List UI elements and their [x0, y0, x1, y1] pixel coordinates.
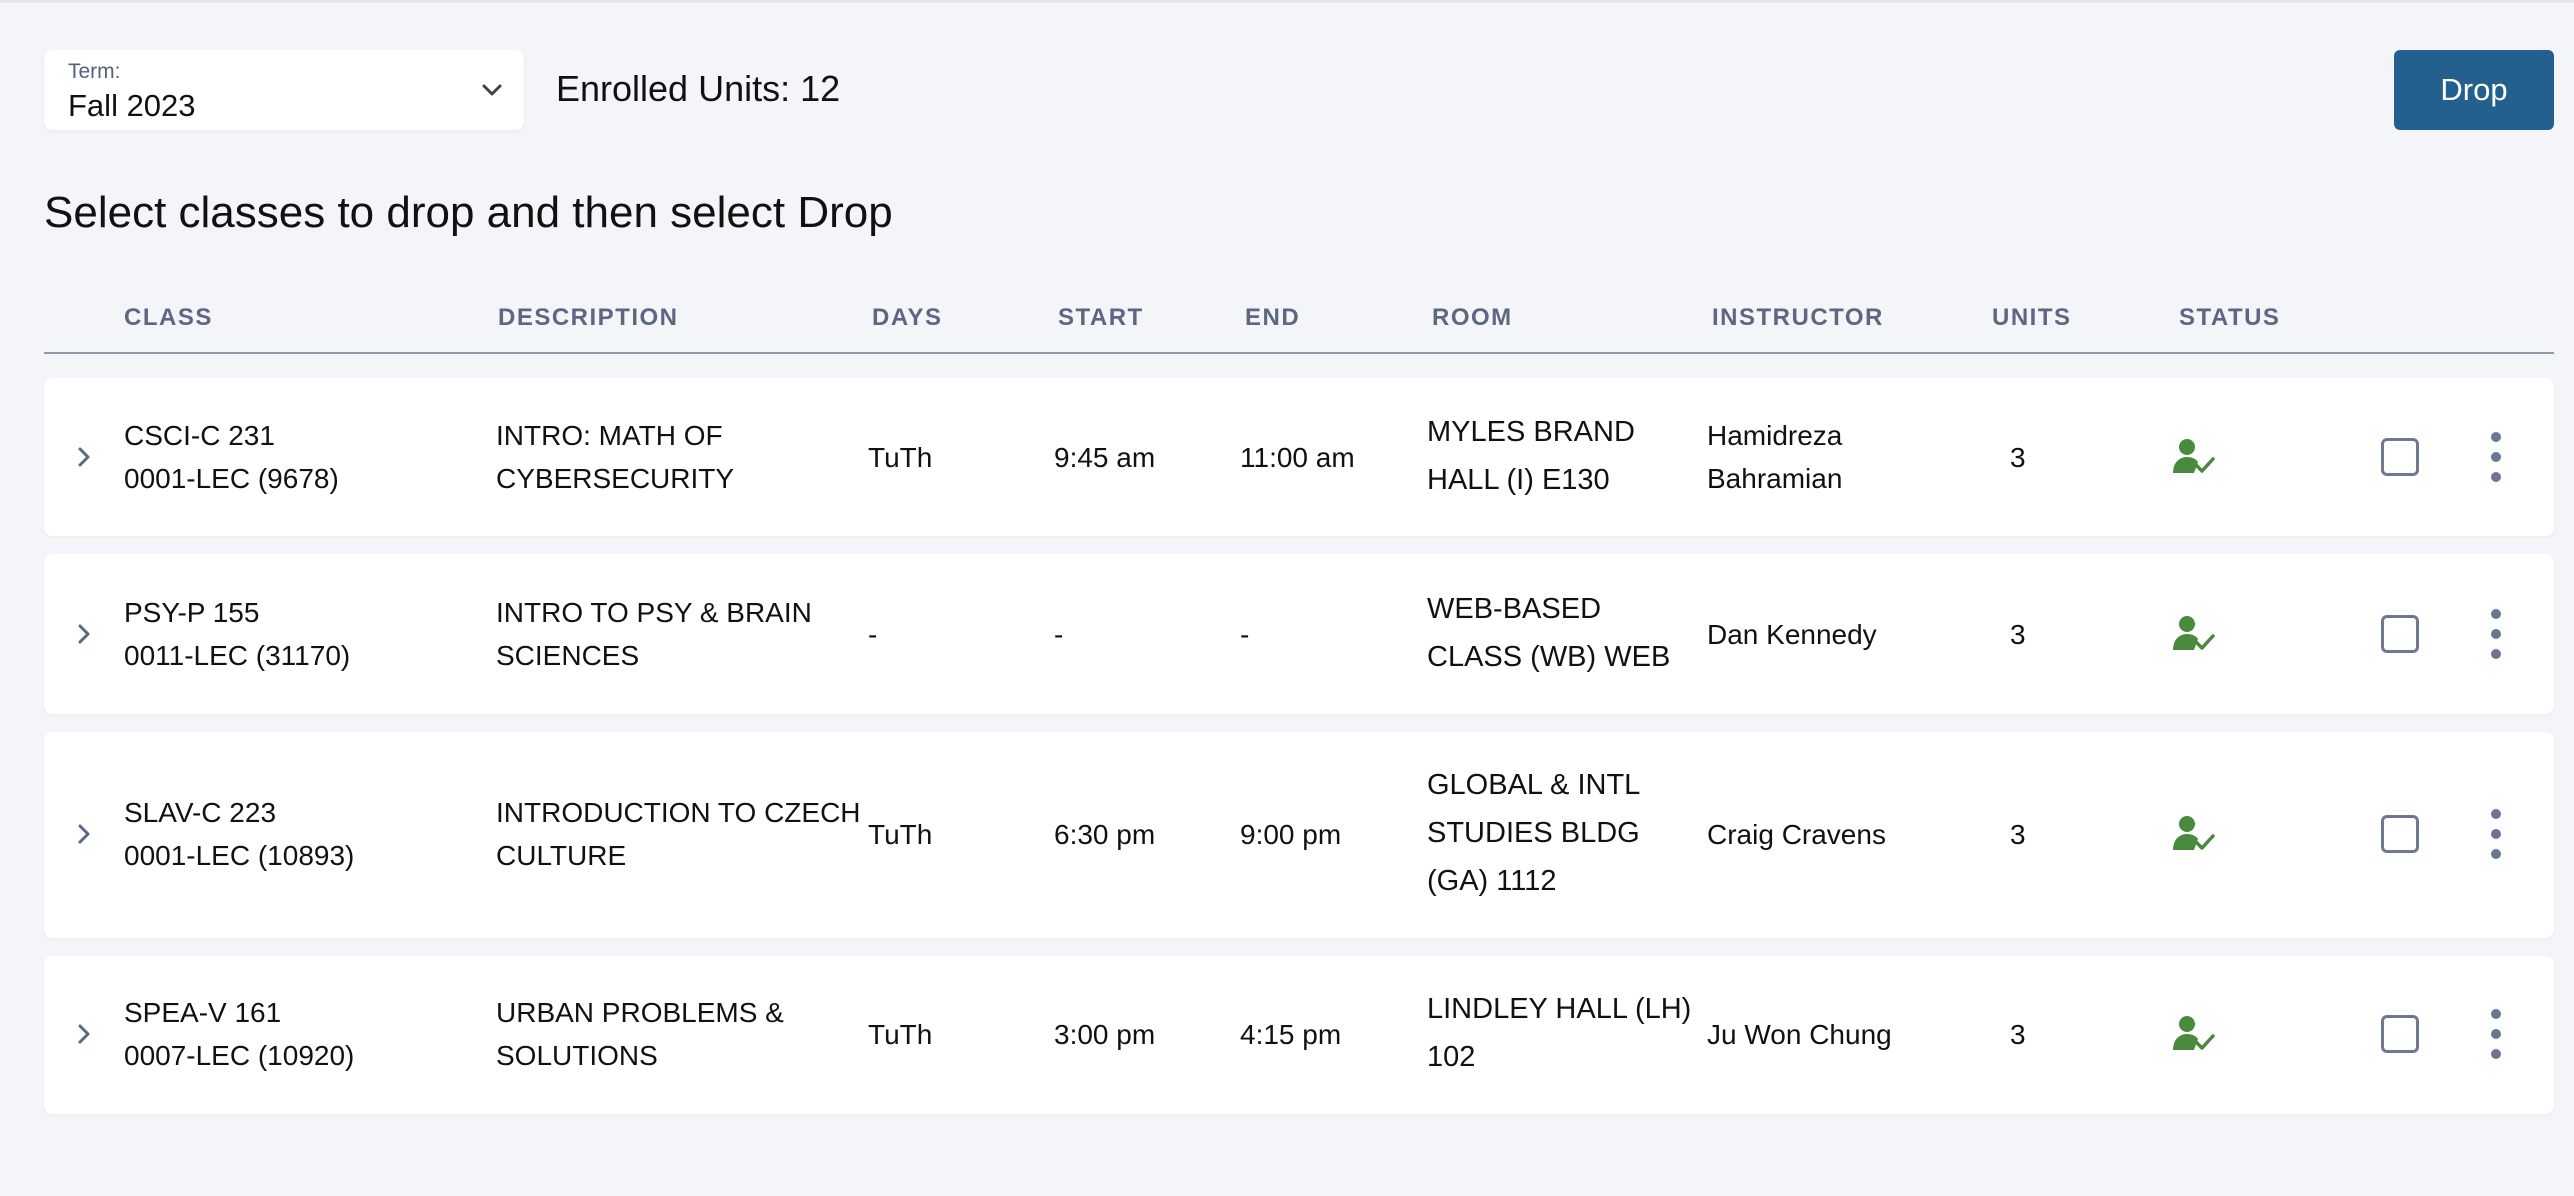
description-cell: INTRODUCTION TO CZECH CULTURE [496, 791, 861, 877]
class-code: CSCI-C 231 [124, 420, 275, 451]
class-section: 0011-LEC (31170) [124, 640, 351, 671]
days-cell: - [868, 619, 878, 650]
chevron-down-icon [482, 84, 502, 96]
days-cell: TuTh [868, 819, 933, 850]
table-row: CSCI-C 231 0001-LEC (9678) INTRO: MATH O… [44, 378, 2554, 536]
description-line: SCIENCES [496, 640, 640, 671]
end-cell: 4:15 pm [1240, 1019, 1342, 1050]
description-line: INTRODUCTION TO CZECH [496, 797, 861, 828]
column-header-class: CLASS [124, 304, 213, 331]
more-options-icon[interactable] [2484, 809, 2508, 859]
start-cell: 3:00 pm [1054, 1019, 1156, 1050]
column-header-room: ROOM [1432, 304, 1513, 331]
start-cell: 6:30 pm [1054, 819, 1156, 850]
description-line: INTRO TO PSY & BRAIN [496, 597, 812, 628]
chevron-right-icon[interactable] [70, 443, 98, 471]
description-cell: INTRO TO PSY & BRAIN SCIENCES [496, 591, 812, 677]
description-cell: INTRO: MATH OF CYBERSECURITY [496, 414, 734, 500]
description-line: CYBERSECURITY [496, 463, 735, 494]
column-header-description: DESCRIPTION [498, 304, 679, 331]
header-divider [44, 352, 2554, 354]
enrolled-units: Enrolled Units: 12 [556, 68, 841, 109]
room-line: WEB-BASED [1427, 593, 1602, 625]
class-section: 0001-LEC (9678) [124, 463, 339, 494]
more-options-icon[interactable] [2484, 609, 2508, 659]
end-cell: - [1240, 619, 1250, 650]
start-cell: - [1054, 619, 1064, 650]
top-divider [0, 0, 2574, 3]
page-heading: Select classes to drop and then select D… [44, 188, 893, 237]
column-header-start: START [1058, 304, 1144, 331]
table-row: SLAV-C 223 0001-LEC (10893) INTRODUCTION… [44, 732, 2554, 938]
column-header-days: DAYS [872, 304, 943, 331]
room-line: GLOBAL & INTL [1427, 769, 1641, 801]
days-cell: TuTh [868, 1019, 933, 1050]
room-line: (GA) 1112 [1427, 865, 1557, 897]
drop-button[interactable]: Drop [2394, 50, 2554, 130]
instructor-cell: Dan Kennedy [1707, 619, 1877, 650]
class-cell: PSY-P 155 0011-LEC (31170) [124, 591, 350, 677]
days-cell: TuTh [868, 442, 933, 473]
instructor-cell: Hamidreza Bahramian [1707, 414, 1842, 500]
column-header-status: STATUS [2179, 304, 2281, 331]
description-cell: URBAN PROBLEMS & SOLUTIONS [496, 991, 784, 1077]
description-line: SOLUTIONS [496, 1040, 658, 1071]
class-cell: CSCI-C 231 0001-LEC (9678) [124, 414, 339, 500]
units-cell: 3 [2010, 1019, 2026, 1050]
room-cell: GLOBAL & INTL STUDIES BLDG (GA) 1112 [1427, 761, 1640, 905]
class-code: SPEA-V 161 [124, 997, 282, 1028]
chevron-right-icon[interactable] [70, 820, 98, 848]
instructor-cell: Craig Cravens [1707, 819, 1886, 850]
more-options-icon[interactable] [2484, 432, 2508, 482]
column-header-end: END [1245, 304, 1301, 331]
chevron-right-icon[interactable] [70, 620, 98, 648]
more-options-icon[interactable] [2484, 1009, 2508, 1059]
room-cell: LINDLEY HALL (LH) 102 [1427, 985, 1691, 1081]
room-line: LINDLEY HALL (LH) [1427, 993, 1692, 1025]
class-cell: SLAV-C 223 0001-LEC (10893) [124, 791, 354, 877]
table-row: SPEA-V 161 0007-LEC (10920) URBAN PROBLE… [44, 956, 2554, 1114]
table-row: PSY-P 155 0011-LEC (31170) INTRO TO PSY … [44, 554, 2554, 714]
start-cell: 9:45 am [1054, 442, 1156, 473]
term-value: Fall 2023 [68, 88, 196, 123]
room-line: STUDIES BLDG [1427, 817, 1640, 849]
room-cell: MYLES BRAND HALL (I) E130 [1427, 408, 1635, 504]
column-header-units: UNITS [1992, 304, 2072, 331]
term-label: Term: [68, 60, 121, 83]
class-section: 0007-LEC (10920) [124, 1040, 355, 1071]
class-code: SLAV-C 223 [124, 797, 277, 828]
column-header-instructor: INSTRUCTOR [1712, 304, 1884, 331]
term-select[interactable]: Term: Fall 2023 [44, 50, 524, 130]
enrolled-status-icon [2173, 439, 2215, 473]
enrolled-status-icon [2173, 616, 2215, 650]
end-cell: 9:00 pm [1240, 819, 1342, 850]
class-code: PSY-P 155 [124, 597, 260, 628]
description-line: URBAN PROBLEMS & [496, 997, 784, 1028]
end-cell: 11:00 am [1240, 442, 1355, 473]
room-cell: WEB-BASED CLASS (WB) WEB [1427, 585, 1670, 681]
units-cell: 3 [2010, 442, 2026, 473]
room-line: MYLES BRAND [1427, 416, 1635, 448]
room-line: 102 [1427, 1041, 1476, 1073]
room-line: CLASS (WB) WEB [1427, 641, 1671, 673]
enrolled-status-icon [2173, 816, 2215, 850]
chevron-right-icon[interactable] [70, 1020, 98, 1048]
description-line: CULTURE [496, 840, 627, 871]
room-line: HALL (I) E130 [1427, 464, 1610, 496]
class-section: 0001-LEC (10893) [124, 840, 355, 871]
drop-checkbox[interactable] [2381, 438, 2419, 476]
drop-checkbox[interactable] [2381, 815, 2419, 853]
drop-checkbox[interactable] [2381, 615, 2419, 653]
enrolled-status-icon [2173, 1016, 2215, 1050]
instructor-line: Hamidreza [1707, 420, 1843, 451]
table-header: CLASS DESCRIPTION DAYS START END ROOM IN… [44, 296, 2554, 354]
units-cell: 3 [2010, 819, 2026, 850]
units-cell: 3 [2010, 619, 2026, 650]
instructor-cell: Ju Won Chung [1707, 1019, 1892, 1050]
drop-checkbox[interactable] [2381, 1015, 2419, 1053]
class-cell: SPEA-V 161 0007-LEC (10920) [124, 991, 354, 1077]
description-line: INTRO: MATH OF [496, 420, 723, 451]
instructor-line: Bahramian [1707, 463, 1843, 494]
